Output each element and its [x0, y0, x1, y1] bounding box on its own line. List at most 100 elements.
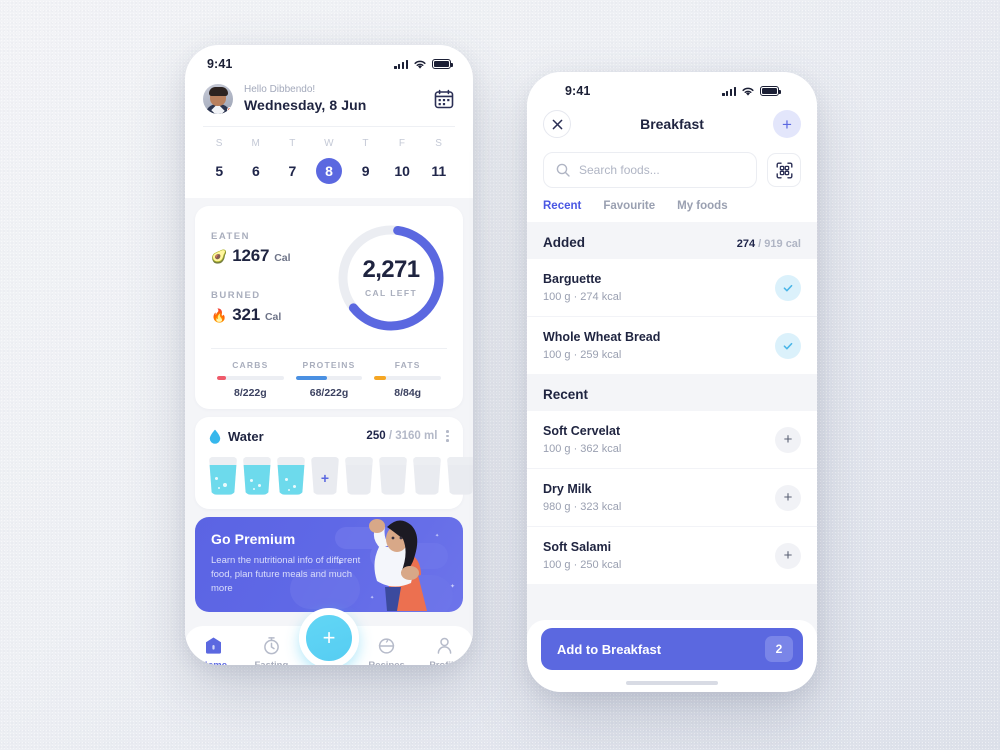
food-name: Soft Salami — [543, 540, 612, 554]
phone-right-breakfast-screen: 9:41 Breakfast + Search foods... Recent … — [527, 72, 817, 692]
added-food-card: Barguette 100 g · 274 kcal Whole Wheat B… — [527, 259, 817, 374]
table-row[interactable]: Dry Milk 980 g · 323 kcal + — [527, 469, 817, 527]
day-number-selected[interactable]: 8 — [316, 158, 343, 184]
day-number[interactable]: 7 — [279, 158, 305, 184]
food-name: Soft Cervelat — [543, 424, 621, 438]
search-row — [543, 146, 801, 200]
nav-item-recipes[interactable]: Recipes — [358, 636, 416, 665]
add-food-button[interactable]: + — [773, 110, 801, 138]
day-column-3[interactable]: W 8 — [311, 138, 348, 184]
status-time: 9:41 — [565, 84, 591, 98]
add-to-breakfast-button[interactable]: Add to Breakfast 2 — [541, 628, 803, 670]
water-glass-empty[interactable] — [379, 456, 407, 495]
online-status-dot — [227, 106, 233, 113]
check-icon — [783, 284, 793, 291]
eaten-value: 1267 — [232, 246, 270, 265]
nav-label: Fasting — [255, 660, 289, 665]
day-number[interactable]: 9 — [353, 158, 379, 184]
recent-section-header: Recent — [527, 374, 817, 411]
battery-icon — [760, 86, 782, 96]
search-foods-field[interactable] — [543, 152, 757, 188]
battery-icon — [432, 59, 454, 69]
water-glass-empty[interactable] — [447, 456, 473, 495]
day-column-4[interactable]: T 9 — [347, 138, 384, 184]
water-amount: 250 / 3160 ml — [366, 430, 437, 442]
nav-item-profile[interactable]: Profile — [415, 636, 473, 665]
calendar-icon[interactable] — [433, 88, 455, 110]
day-column-2[interactable]: T 7 — [274, 138, 311, 184]
breakfast-header-area: 9:41 Breakfast + Search foods... Recent … — [527, 72, 817, 222]
flame-icon: 🔥 — [211, 308, 228, 323]
close-button[interactable] — [543, 110, 571, 138]
day-of-week-label: S — [215, 138, 223, 149]
water-glass-empty[interactable] — [345, 456, 373, 495]
burned-unit: Cal — [264, 311, 282, 323]
wifi-icon — [742, 87, 754, 96]
nav-label: Recipes — [368, 660, 404, 665]
macro-divider — [211, 348, 447, 349]
water-glass-filled[interactable] — [277, 456, 305, 495]
macro-label: FATS — [394, 360, 421, 370]
macro-value: 8/84g — [394, 386, 422, 399]
food-list-scroll-area[interactable]: Added 274 / 919 cal Barguette 100 g · 27… — [527, 222, 817, 640]
status-time: 9:41 — [207, 57, 233, 71]
page-title: Breakfast — [640, 116, 704, 132]
cellular-signal-icon — [394, 59, 408, 69]
home-scroll-area: EATEN 🥑 1267 Cal BURNED 🔥 321 Cal 2,271 … — [185, 198, 473, 665]
macro-breakdown: CARBS 8/222g PROTEINS 68/222g FATS 8/84g — [211, 360, 447, 399]
water-total: / 3160 ml — [388, 430, 438, 443]
water-glass-add-button[interactable]: + — [311, 456, 339, 495]
remove-food-button[interactable] — [775, 332, 801, 359]
home-indicator — [626, 681, 718, 685]
close-icon — [552, 119, 562, 129]
food-meta: 100 g · 259 kcal — [543, 349, 622, 361]
timer-icon — [264, 637, 279, 655]
day-column-6[interactable]: S 11 — [420, 138, 457, 184]
water-glass-filled[interactable] — [209, 456, 237, 495]
day-of-week-label: T — [362, 138, 369, 149]
add-food-row-button[interactable]: + — [775, 426, 801, 453]
add-food-row-button[interactable]: + — [775, 542, 801, 569]
burned-value: 321 — [232, 305, 260, 324]
tab-favourite[interactable]: Favourite — [603, 200, 655, 212]
day-number[interactable]: 10 — [389, 158, 415, 184]
table-row[interactable]: Soft Cervelat 100 g · 362 kcal + — [527, 411, 817, 469]
added-calorie-summary: 274 / 919 cal — [737, 238, 801, 250]
remove-food-button[interactable] — [775, 274, 801, 301]
day-number[interactable]: 11 — [426, 158, 452, 184]
search-icon — [556, 163, 570, 177]
qr-scan-button[interactable] — [767, 153, 801, 187]
water-current: 250 — [366, 430, 386, 443]
table-row[interactable]: Soft Salami 100 g · 250 kcal + — [527, 527, 817, 584]
current-date: Wednesday, 8 Jun — [244, 97, 367, 113]
table-row[interactable]: Whole Wheat Bread 100 g · 259 kcal — [527, 317, 817, 374]
tab-my-foods[interactable]: My foods — [677, 200, 727, 212]
avatar[interactable] — [203, 83, 233, 114]
add-entry-fab-button[interactable]: + — [299, 608, 359, 665]
day-column-0[interactable]: S 5 — [201, 138, 238, 184]
food-meta: 980 g · 323 kcal — [543, 501, 622, 513]
day-column-5[interactable]: F 10 — [384, 138, 421, 184]
search-input[interactable] — [579, 163, 744, 177]
day-of-week-label: S — [435, 138, 443, 149]
nav-item-fasting[interactable]: Fasting — [243, 636, 301, 665]
section-title: Recent — [543, 387, 589, 402]
go-premium-banner[interactable]: ✦ ✦ ✦ ✦ Go Premium Learn the nutritional… — [195, 516, 463, 612]
water-glass-filled[interactable] — [243, 456, 271, 495]
tab-recent[interactable]: Recent — [543, 200, 581, 212]
status-indicators — [394, 59, 454, 70]
day-column-1[interactable]: M 6 — [238, 138, 275, 184]
table-row[interactable]: Barguette 100 g · 274 kcal — [527, 259, 817, 317]
nav-item-home[interactable]: Home — [185, 636, 243, 665]
premium-title: Go Premium — [211, 530, 296, 547]
background-texture — [0, 0, 1000, 750]
calories-left-caption: CAL LEFT — [364, 288, 418, 298]
day-number[interactable]: 5 — [206, 158, 232, 184]
macro-carbs: CARBS 8/222g — [211, 360, 290, 399]
water-glass-empty[interactable] — [413, 456, 441, 495]
add-food-row-button[interactable]: + — [775, 484, 801, 511]
recent-food-card: Soft Cervelat 100 g · 362 kcal + Dry Mil… — [527, 411, 817, 584]
more-vertical-icon[interactable] — [446, 430, 449, 442]
day-number[interactable]: 6 — [243, 158, 269, 184]
nav-label: Home — [201, 660, 227, 665]
